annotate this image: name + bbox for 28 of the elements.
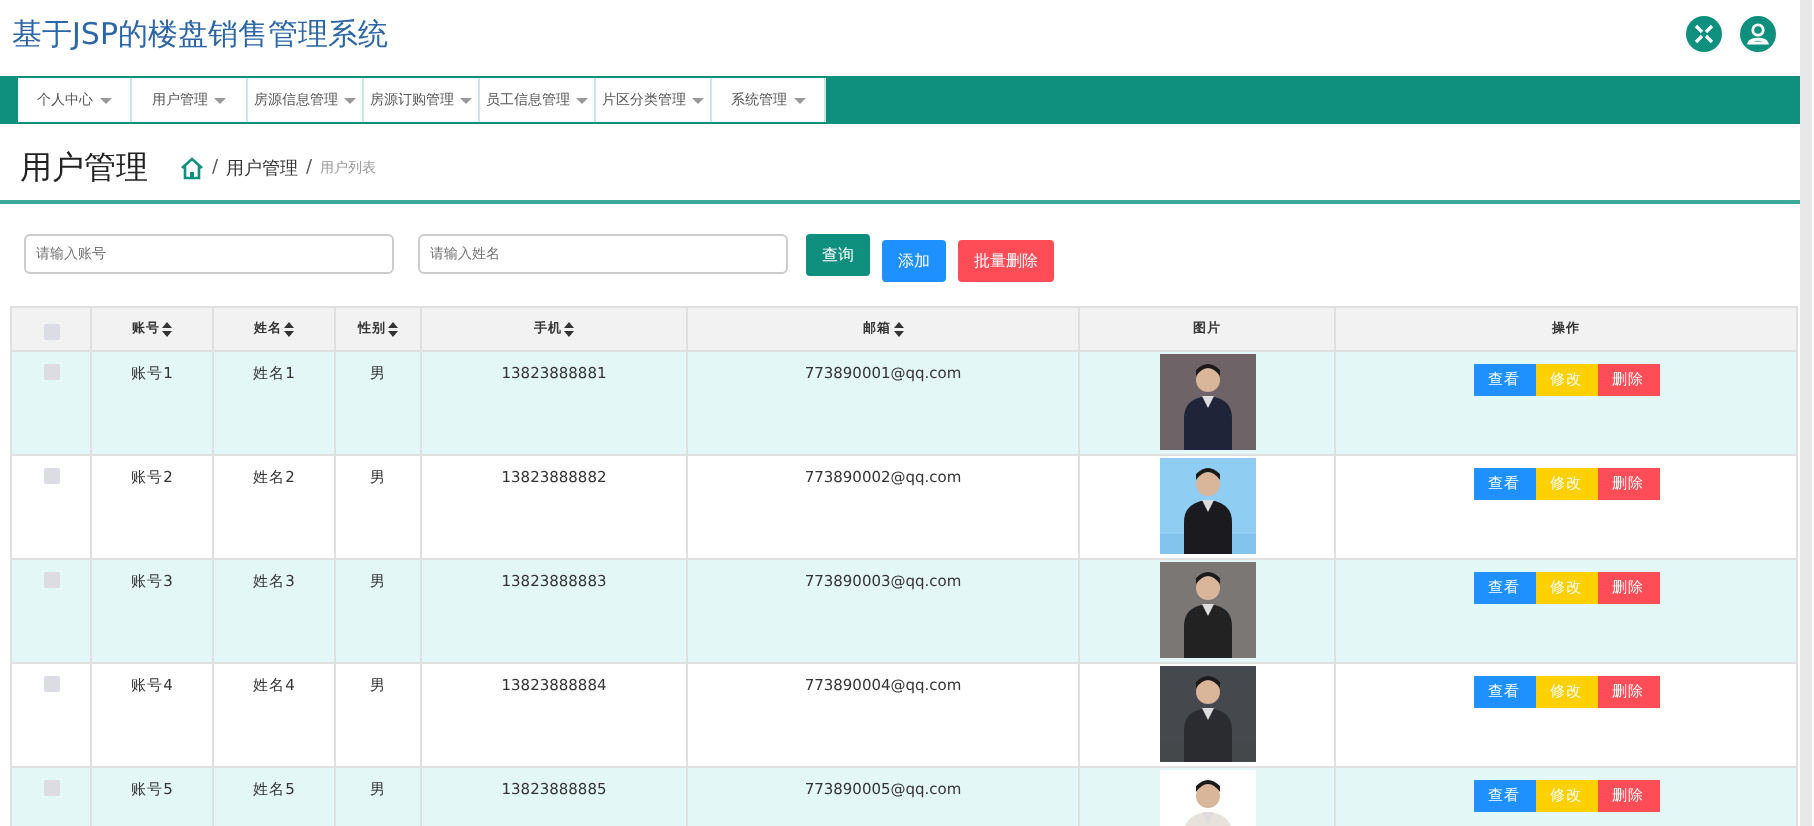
sort-icon[interactable] [893,321,903,337]
page-heading: 用户管理 [20,147,148,189]
search-button[interactable]: 查询 [806,234,870,276]
row-checkbox[interactable] [43,468,59,484]
caret-icon [692,97,704,103]
breadcrumb-link[interactable]: 用户管理 [226,155,299,181]
caret-icon [214,97,226,103]
app-title: 基于JSP的楼盘销售管理系统 [12,15,388,53]
breadcrumb-separator: / [212,158,219,178]
caret-icon [99,97,111,103]
row-checkbox[interactable] [43,364,59,380]
home-icon[interactable] [180,156,204,180]
row-checkbox[interactable] [43,676,59,692]
caret-icon [793,97,805,103]
sort-icon[interactable] [284,321,294,337]
sort-icon[interactable] [388,321,398,337]
add-button[interactable]: 添加 [882,240,946,282]
caret-icon [576,97,588,103]
fullscreen-icon[interactable] [1686,16,1722,52]
row-checkbox[interactable] [43,780,59,796]
user-icon[interactable] [1740,16,1776,52]
row-checkbox[interactable] [43,572,59,588]
sort-icon[interactable] [162,321,172,337]
sort-icon[interactable] [564,321,574,337]
breadcrumb-separator: / [306,158,313,178]
caret-icon [344,97,356,103]
caret-icon [460,97,472,103]
delete-button[interactable]: 批量删除 [958,240,1054,282]
